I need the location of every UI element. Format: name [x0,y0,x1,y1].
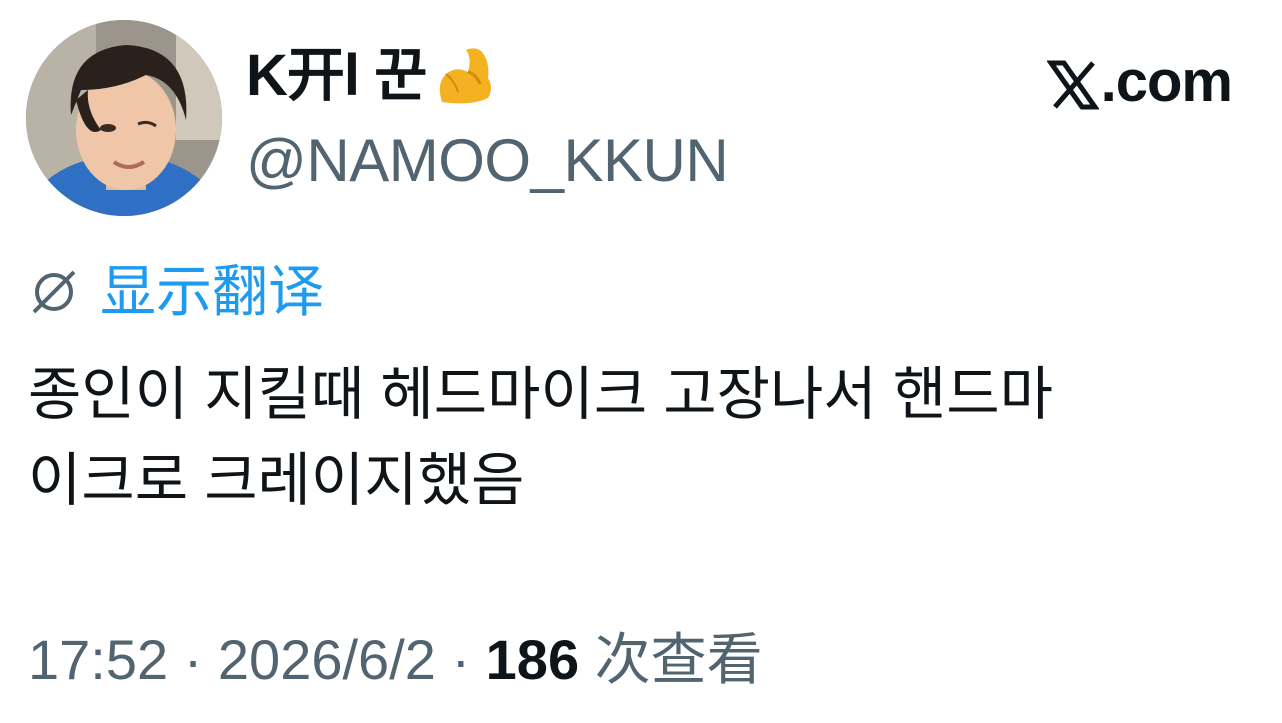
tweet-card: K开l 꾼 @NAMOO_KKUN .com 显示翻译 종인이 지킬때 헤드마이… [0,0,1282,723]
tweet-meta: 17:52 · 2026/6/2 · 186 次查看 [28,624,763,696]
tweet-date[interactable]: 2026/6/2 [218,628,436,691]
author-handle[interactable]: @NAMOO_KKUN [246,124,729,198]
display-name-text: K开l 꾼 [246,43,427,108]
x-logo-icon [1045,56,1100,110]
meta-separator: · [168,628,218,691]
tweet-line-2: 이크로 크레이지했음 [28,448,525,513]
flexed-biceps-icon [432,44,500,108]
tweet-body: 종인이 지킬때 헤드마이크 고장나서 핸드마 이크로 크레이지했음 [28,352,1258,524]
views-label: 次查看 [579,628,763,691]
author-display-name[interactable]: K开l 꾼 [246,40,500,112]
show-translation-label: 显示翻译 [100,260,324,323]
tweet-line-1: 종인이 지킬때 헤드마이크 고장나서 핸드마 [28,362,1053,427]
avatar-image [26,20,222,216]
site-domain: .com [1100,49,1233,114]
views-count: 186 [485,628,580,691]
show-translation-button[interactable]: 显示翻译 [28,258,324,326]
avatar[interactable] [26,20,222,216]
meta-separator: · [435,628,486,691]
globe-icon [28,266,80,318]
tweet-time[interactable]: 17:52 [28,628,168,691]
site-brand: .com [1045,46,1233,118]
